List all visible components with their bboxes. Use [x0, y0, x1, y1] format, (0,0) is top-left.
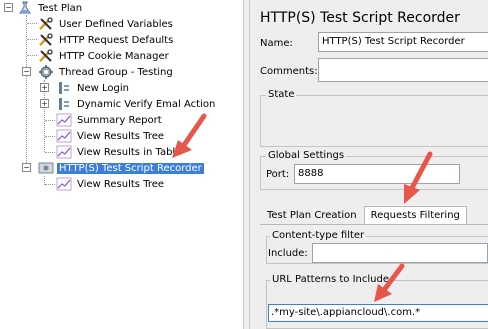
tree-guide-line [45, 120, 55, 121]
tree-guide-line [45, 184, 55, 185]
tree-guide-line [27, 55, 37, 56]
expander-new-login[interactable]: + [40, 83, 49, 92]
tree-guide-line [45, 152, 55, 153]
expander-recorder[interactable]: − [22, 163, 31, 172]
recorder-tabs: Test Plan Creation Requests Filtering [260, 206, 467, 224]
global-settings-title: Global Settings [266, 150, 347, 161]
comments-label: Comments: [260, 66, 318, 77]
annotation-arrow-icon [374, 263, 405, 302]
annotation-arrow-icon [404, 151, 433, 204]
tab-test-plan-creation[interactable]: Test Plan Creation [260, 206, 364, 224]
expander-dynamic-verify[interactable]: + [40, 99, 49, 108]
state-group [260, 95, 488, 147]
tree-item-http-request-defaults[interactable]: HTTP Request Defaults [38, 32, 175, 48]
include-label: Include: [268, 248, 308, 259]
tree-item-https-test-script-recorder[interactable]: HTTP(S) Test Script Recorder [38, 160, 204, 176]
name-label: Name: [260, 38, 293, 49]
state-group-title: State [266, 89, 297, 100]
tab-divider [260, 224, 488, 225]
expander-test-plan[interactable]: − [4, 3, 13, 12]
graph-icon [56, 129, 72, 143]
tree-item-label: Test Plan [38, 2, 83, 14]
tree-guide-line [45, 136, 55, 137]
include-field[interactable] [312, 243, 488, 263]
tree-item-label: Thread Group - Testing [59, 66, 173, 78]
name-field[interactable]: HTTP(S) Test Script Recorder [318, 32, 488, 52]
tree-item-thread-group[interactable]: Thread Group - Testing [38, 64, 175, 80]
annotation-arrow-icon [172, 113, 207, 158]
tree-guide-line [27, 39, 37, 40]
test-plan-icon [17, 1, 33, 15]
graph-icon [56, 177, 72, 191]
tree-item-view-results-tree[interactable]: View Results Tree [56, 128, 166, 144]
tree-item-label: Summary Report [77, 114, 162, 126]
tree-item-view-results-in-table[interactable]: View Results in Table [56, 144, 183, 160]
tree-item-dynamic-verify-emal-action[interactable]: Dynamic Verify Emal Action [56, 96, 217, 112]
tree-guide-line [27, 23, 37, 24]
content-type-filter-title: Content-type filter [270, 230, 367, 241]
recorder-icon [38, 161, 54, 175]
tree-item-view-results-tree-2[interactable]: View Results Tree [56, 176, 166, 192]
gear-icon [38, 65, 54, 79]
tools-icon [38, 17, 54, 31]
tree-item-http-cookie-manager[interactable]: HTTP Cookie Manager [38, 48, 171, 64]
tab-requests-filtering[interactable]: Requests Filtering [363, 206, 467, 224]
tree-item-label: New Login [77, 82, 129, 94]
tree-item-label: View Results in Table [77, 146, 182, 158]
tree-item-test-plan[interactable]: Test Plan [17, 0, 84, 16]
tree-item-user-defined-variables[interactable]: User Defined Variables [38, 16, 175, 32]
tree-item-label: Dynamic Verify Emal Action [77, 98, 216, 110]
tree-item-new-login[interactable]: New Login [56, 80, 131, 96]
port-label: Port: [266, 169, 290, 180]
tree-item-label: HTTP(S) Test Script Recorder [57, 162, 204, 174]
tree-item-label: View Results Tree [77, 178, 165, 190]
tree-item-label: User Defined Variables [59, 18, 173, 30]
comments-field[interactable] [318, 58, 488, 82]
controller-icon [56, 81, 72, 95]
tree-item-label: HTTP Request Defaults [59, 34, 174, 46]
recorder-settings-panel: HTTP(S) Test Script Recorder Name: HTTP(… [250, 0, 488, 329]
test-plan-tree[interactable]: − − + + − Test Plan User Defined Variabl… [0, 0, 243, 329]
graph-icon [56, 113, 72, 127]
tree-item-summary-report[interactable]: Summary Report [56, 112, 164, 128]
tree-item-label: HTTP Cookie Manager [59, 50, 169, 62]
graph-icon [56, 145, 72, 159]
expander-thread-group[interactable]: − [22, 67, 31, 76]
page-title: HTTP(S) Test Script Recorder [260, 10, 460, 26]
controller-icon [56, 97, 72, 111]
split-pane-divider[interactable] [243, 0, 250, 329]
tools-icon [38, 33, 54, 47]
tree-item-label: View Results Tree [77, 130, 165, 142]
url-pattern-cell[interactable]: .*my-site\.appiancloud\.com.* [268, 304, 488, 322]
tools-icon [38, 49, 54, 63]
